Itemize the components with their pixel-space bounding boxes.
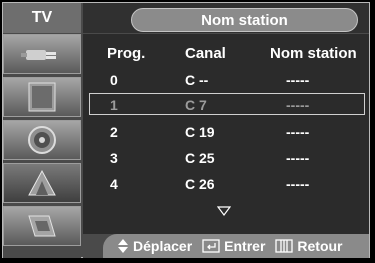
row-prog: 2	[110, 124, 118, 140]
header: Nom station	[83, 3, 369, 33]
row-canal: C 26	[185, 176, 215, 192]
hint-enter: Entrer	[202, 238, 265, 254]
channel-icon	[28, 169, 56, 196]
table-row[interactable]: 3 C 25 -----	[89, 147, 365, 169]
table-row[interactable]: 1 C 7 -----	[89, 93, 365, 115]
column-header-canal: Canal	[185, 45, 226, 62]
row-prog: 0	[110, 72, 118, 88]
hint-enter-label: Entrer	[224, 238, 266, 254]
setup-icon	[28, 215, 56, 237]
row-prog: 4	[110, 176, 118, 192]
station-table: Prog. Canal Nom station 0 C -- ----- 1 C…	[83, 34, 369, 234]
menu-return-icon	[275, 239, 294, 253]
plug-icon	[21, 50, 56, 60]
sidebar-item-channel[interactable]	[3, 163, 81, 203]
sidebar-item-picture[interactable]	[3, 77, 81, 117]
table-row[interactable]: 2 C 19 -----	[89, 121, 365, 143]
sidebar-item-sound[interactable]	[3, 120, 81, 160]
row-prog: 3	[110, 150, 118, 166]
tv-menu-title: TV	[3, 3, 81, 33]
row-name: -----	[286, 124, 310, 140]
table-row[interactable]: 0 C -- -----	[89, 69, 365, 91]
picture-icon	[28, 82, 56, 112]
row-canal: C 7	[185, 97, 207, 113]
row-prog: 1	[110, 97, 118, 113]
table-row[interactable]: 4 C 26 -----	[89, 173, 365, 195]
footer: Déplacer Entrer Retour	[83, 234, 369, 258]
up-down-arrows-icon	[118, 239, 128, 253]
sidebar-item-input[interactable]	[3, 34, 81, 74]
row-canal: C 25	[185, 150, 215, 166]
enter-icon	[202, 239, 220, 253]
hint-return-label: Retour	[297, 238, 343, 254]
column-header-prog: Prog.	[107, 45, 146, 62]
sidebar	[3, 34, 81, 258]
row-canal: C 19	[185, 124, 215, 140]
row-name: -----	[286, 150, 310, 166]
column-header-name: Nom station	[270, 45, 357, 62]
sound-icon	[28, 126, 56, 154]
hint-move-label: Déplacer	[133, 238, 193, 254]
hint-return: Retour	[275, 238, 343, 254]
sidebar-item-setup[interactable]	[3, 206, 81, 246]
row-name: -----	[286, 176, 310, 192]
hint-move: Déplacer	[117, 238, 192, 254]
scroll-down-icon[interactable]	[217, 206, 231, 216]
page-title: Nom station	[131, 8, 358, 32]
row-name: -----	[286, 97, 310, 113]
help-bar: Déplacer Entrer Retour	[103, 234, 369, 258]
row-name: -----	[286, 72, 310, 88]
row-canal: C --	[185, 72, 209, 88]
tv-osd-screen: TV Nom station Prog. Canal Nom station 0…	[0, 0, 375, 263]
